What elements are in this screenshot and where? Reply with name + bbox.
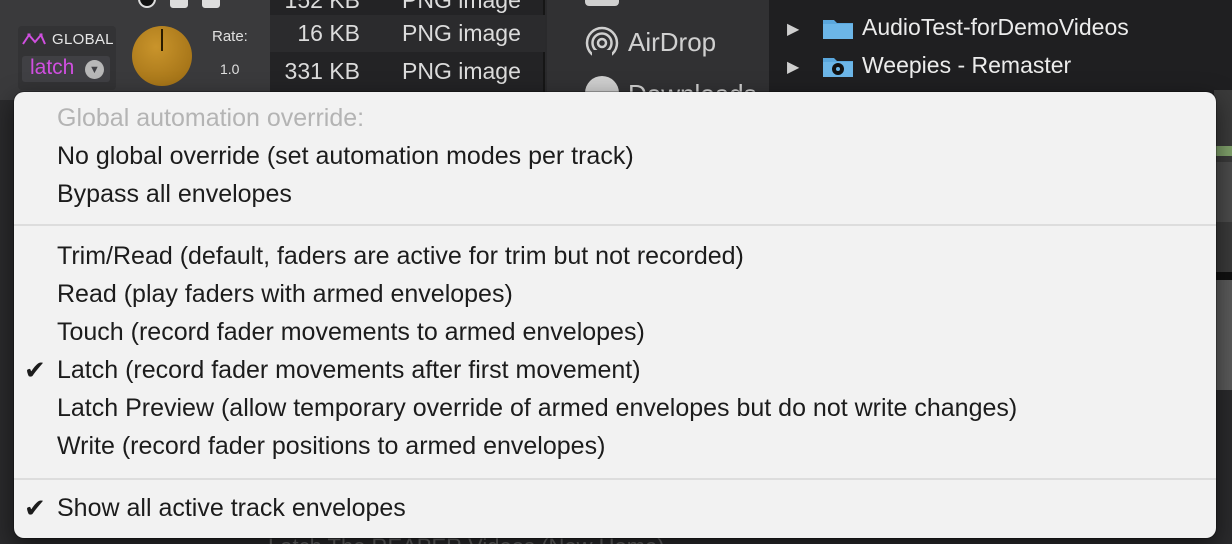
- menu-item-label: Latch Preview (allow temporary override …: [57, 394, 1018, 422]
- file-kind: PNG image: [402, 20, 521, 46]
- menu-item-no-global-override[interactable]: No global override (set automation modes…: [14, 137, 1216, 175]
- menu-item-label: No global override (set automation modes…: [57, 142, 634, 170]
- menu-item-latch[interactable]: ✔ Latch (record fader movements after fi…: [14, 351, 1216, 389]
- list-item[interactable]: ▶ AudioTest-forDemoVideos: [769, 11, 1232, 47]
- list-item[interactable]: 331 KB PNG image: [270, 53, 545, 90]
- finder-sidebar: AirDrop Downloads: [547, 0, 769, 110]
- rate-value: 1.0: [220, 61, 240, 77]
- add-icon[interactable]: [170, 0, 188, 8]
- menu-item-bypass-all[interactable]: Bypass all envelopes: [14, 175, 1216, 213]
- right-edge-panel: [1214, 90, 1232, 390]
- square-icon[interactable]: [202, 0, 220, 8]
- file-size: 331 KB: [284, 58, 360, 84]
- list-item[interactable]: 16 KB PNG image: [270, 15, 545, 52]
- file-kind: PNG image: [402, 58, 521, 84]
- menu-item-label: Latch (record fader movements after firs…: [57, 356, 641, 384]
- menu-separator: [14, 224, 1216, 226]
- automation-envelope-icon: [22, 33, 46, 45]
- menu-item-read[interactable]: Read (play faders with armed envelopes): [14, 275, 1216, 313]
- file-size: 152 KB: [284, 0, 360, 13]
- album-folder-icon: [823, 58, 853, 77]
- checkmark-icon: ✔: [24, 355, 46, 385]
- rate-label: Rate:: [212, 28, 248, 45]
- menu-separator: [14, 478, 1216, 480]
- global-automation-box: GLOBAL latch ▼: [18, 26, 116, 90]
- menu-item-label: Write (record fader positions to armed e…: [57, 432, 606, 460]
- menu-item-show-all-envelopes[interactable]: ✔ Show all active track envelopes: [14, 489, 1216, 527]
- menu-item-write[interactable]: Write (record fader positions to armed e…: [14, 427, 1216, 465]
- folder-label: AudioTest-forDemoVideos: [862, 14, 1129, 40]
- transport-top-icons: [138, 0, 220, 8]
- rate-knob[interactable]: [132, 26, 192, 86]
- sidebar-item-airdrop[interactable]: AirDrop: [628, 27, 716, 58]
- global-automation-mode-select[interactable]: latch ▼: [22, 56, 110, 82]
- folder-label: Weepies - Remaster: [862, 52, 1072, 78]
- record-icon[interactable]: [138, 0, 156, 8]
- menu-item-touch[interactable]: Touch (record fader movements to armed e…: [14, 313, 1216, 351]
- menu-item-label: Trim/Read (default, faders are active fo…: [57, 242, 744, 270]
- menu-item-label: Show all active track envelopes: [57, 494, 406, 522]
- checkmark-icon: ✔: [24, 493, 46, 523]
- file-kind: PNG image: [402, 0, 521, 13]
- list-item[interactable]: ▶ Weepies - Remaster: [769, 49, 1232, 85]
- reaper-transport-panel: GLOBAL latch ▼ Rate: 1.0: [0, 0, 270, 100]
- disclosure-triangle-icon[interactable]: ▶: [787, 57, 799, 77]
- folder-icon: [823, 20, 853, 39]
- file-size: 16 KB: [297, 20, 360, 46]
- finder-file-list: 152 KB PNG image 16 KB PNG image 331 KB …: [270, 0, 545, 100]
- global-label: GLOBAL: [52, 31, 114, 48]
- automation-override-menu: Global automation override: No global ov…: [14, 92, 1216, 538]
- chevron-down-icon: ▼: [85, 60, 104, 79]
- menu-item-trim-read[interactable]: Trim/Read (default, faders are active fo…: [14, 237, 1216, 275]
- sidebar-item-icon: [585, 0, 619, 6]
- menu-item-label: Read (play faders with armed envelopes): [57, 280, 513, 308]
- menu-item-latch-preview[interactable]: Latch Preview (allow temporary override …: [14, 389, 1216, 427]
- disclosure-triangle-icon[interactable]: ▶: [787, 19, 799, 39]
- automation-mode-value: latch: [30, 56, 75, 79]
- menu-header-label: Global automation override:: [57, 104, 365, 132]
- menu-item-label: Bypass all envelopes: [57, 180, 292, 208]
- menu-item-label: Touch (record fader movements to armed e…: [57, 318, 645, 346]
- airdrop-icon: [585, 26, 619, 60]
- menu-header: Global automation override:: [14, 99, 1216, 137]
- finder-column: ▶ AudioTest-forDemoVideos ▶ Weepies - Re…: [769, 0, 1232, 100]
